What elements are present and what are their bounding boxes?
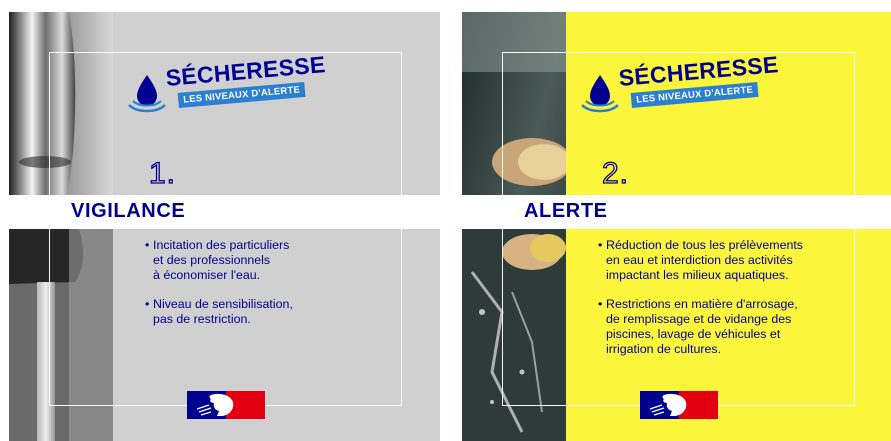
secheresse-logo: SÉCHERESSE LES NIVEAUX D'ALERTE: [127, 51, 332, 121]
title-strip: VIGILANCE: [9, 195, 440, 229]
list-item: Restrictions en matière d'arrosage, de r…: [598, 297, 868, 357]
level-name: ALERTE: [524, 200, 608, 222]
measures-list: Incitation des particuliers et des profe…: [145, 238, 415, 341]
level-number: 1.: [148, 156, 177, 190]
level-number: 2.: [601, 156, 630, 190]
alert-level-card-1: SÉCHERESSE LES NIVEAUX D'ALERTE 1. VIGIL…: [9, 12, 440, 441]
water-drop-icon: [137, 75, 157, 106]
alert-level-card-2: SÉCHERESSE LES NIVEAUX D'ALERTE 2. ALERT…: [462, 12, 891, 441]
measures-list: Réduction de tous les prélèvements en ea…: [598, 238, 868, 371]
list-item: Incitation des particuliers et des profe…: [145, 238, 415, 283]
title-strip: ALERTE: [462, 195, 891, 229]
secheresse-logo: SÉCHERESSE LES NIVEAUX D'ALERTE: [580, 51, 785, 121]
marianne-flag-icon: [187, 391, 265, 419]
list-item: Réduction de tous les prélèvements en ea…: [598, 238, 868, 283]
list-item: Niveau de sensibilisation, pas de restri…: [145, 297, 415, 327]
marianne-flag-icon: [640, 391, 718, 419]
level-name: VIGILANCE: [71, 200, 186, 222]
water-drop-icon: [590, 75, 610, 106]
